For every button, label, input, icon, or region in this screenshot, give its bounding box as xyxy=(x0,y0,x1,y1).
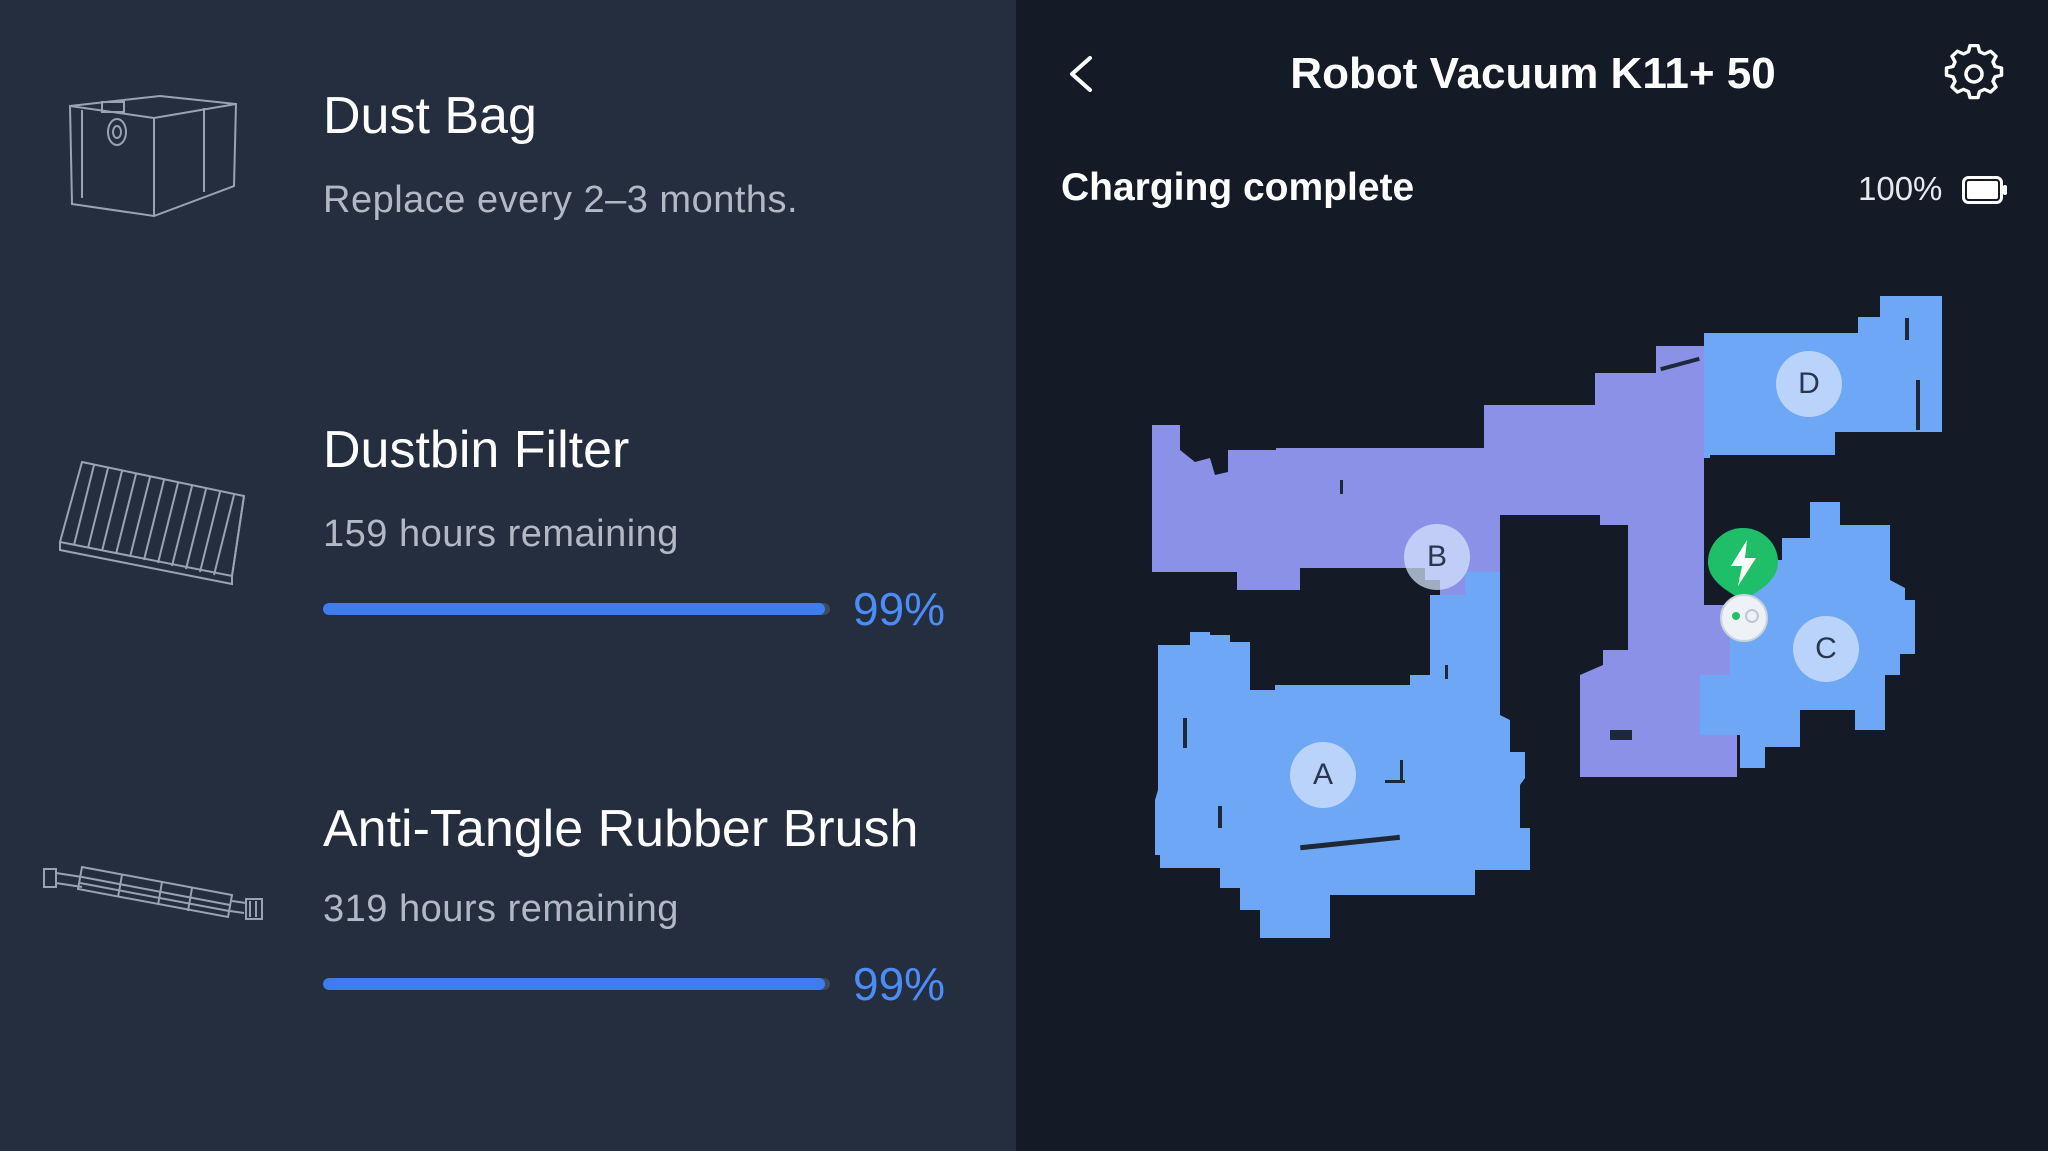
lifespan-progress-fill xyxy=(323,603,825,615)
brush-icon xyxy=(43,865,263,920)
room-label-a[interactable]: A xyxy=(1290,742,1356,808)
part-title: Dust Bag xyxy=(323,87,537,145)
lifespan-percent: 99% xyxy=(853,583,946,635)
lifespan-progress-bar xyxy=(323,978,830,990)
part-rubber-brush[interactable]: Anti-Tangle Rubber Brush 319 hours remai… xyxy=(0,775,1016,1035)
battery-fill xyxy=(1967,181,1998,199)
room-label-b[interactable]: B xyxy=(1404,524,1470,590)
gear-icon[interactable] xyxy=(1944,44,2004,104)
part-title: Anti-Tangle Rubber Brush xyxy=(323,800,919,858)
lifespan-percent: 99% xyxy=(853,958,946,1010)
lifespan-progress-bar xyxy=(323,603,830,615)
back-icon[interactable] xyxy=(1058,48,1106,100)
part-subtitle: 319 hours remaining xyxy=(323,888,679,930)
charging-status: Charging complete xyxy=(1061,166,1415,209)
room-label-d[interactable]: D xyxy=(1776,351,1842,417)
floor-map[interactable] xyxy=(1100,270,2000,970)
battery-percent: 100% xyxy=(1858,170,1943,207)
part-title: Dustbin Filter xyxy=(323,421,630,479)
part-subtitle: 159 hours remaining xyxy=(323,513,679,555)
part-subtitle: Replace every 2–3 months. xyxy=(323,179,799,221)
page-title: Robot Vacuum K11+ 50 xyxy=(1290,49,1776,98)
lifespan-progress-fill xyxy=(323,978,825,990)
robot-vacuum-icon[interactable] xyxy=(1718,592,1770,644)
maintenance-panel: Dust Bag Replace every 2–3 months. Dustb… xyxy=(0,0,1016,1151)
room-label-c[interactable]: C xyxy=(1793,616,1859,682)
dust-bag-icon xyxy=(68,94,238,218)
charging-dock-icon[interactable] xyxy=(1704,524,1782,602)
battery-icon xyxy=(1962,176,2007,204)
filter-icon xyxy=(58,460,246,586)
part-dustbin-filter[interactable]: Dustbin Filter 159 hours remaining 99% xyxy=(0,400,1016,660)
part-dust-bag[interactable]: Dust Bag Replace every 2–3 months. xyxy=(0,0,1016,300)
